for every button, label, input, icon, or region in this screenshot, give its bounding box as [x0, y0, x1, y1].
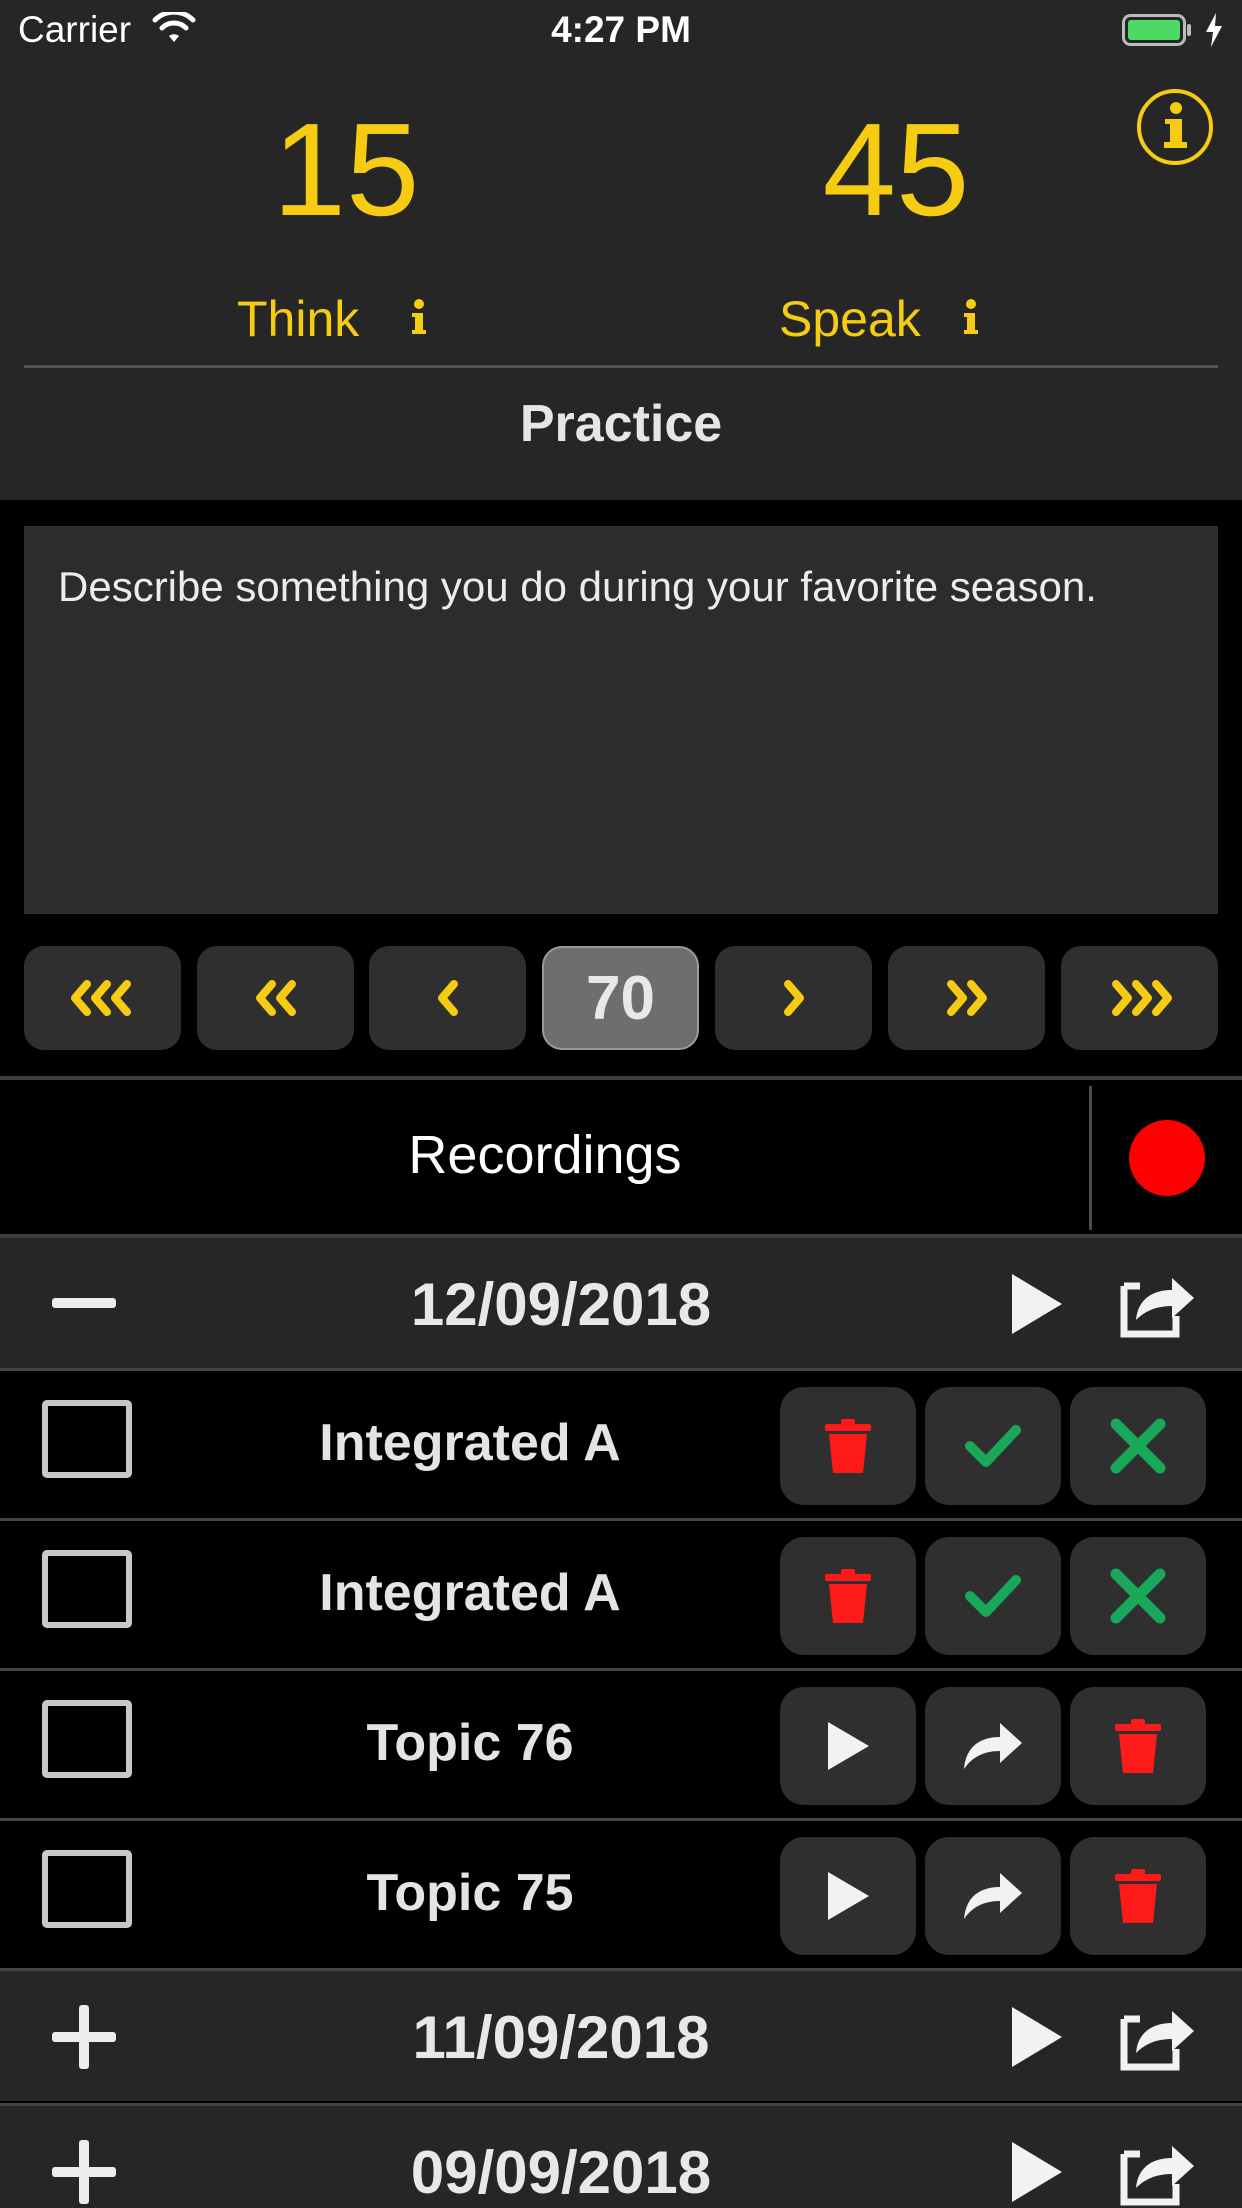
- trash-icon: [1115, 1719, 1161, 1773]
- share-button[interactable]: [925, 1687, 1061, 1805]
- select-checkbox[interactable]: [42, 1850, 132, 1928]
- topic-number-label: 70: [586, 963, 655, 1033]
- practice-title: Practice: [519, 395, 723, 453]
- previous-topic-button[interactable]: [369, 946, 526, 1050]
- delete-button[interactable]: [1070, 1837, 1206, 1955]
- date-group-header[interactable]: 12/09/2018: [0, 1238, 1242, 1368]
- close-icon: [1110, 1418, 1166, 1474]
- back-ten-button[interactable]: [197, 946, 354, 1050]
- checkmark-icon: [965, 1575, 1021, 1617]
- play-button[interactable]: [780, 1687, 916, 1805]
- date-group-header[interactable]: 09/09/2018: [0, 2106, 1242, 2208]
- triple-chevron-right-icon: [1111, 980, 1172, 1016]
- recording-title: Integrated A: [319, 1414, 621, 1472]
- first-topic-button[interactable]: [24, 946, 181, 1050]
- recording-row: Topic 76: [0, 1671, 1242, 1817]
- header-vertical-divider: [1089, 1086, 1092, 1230]
- trash-icon: [825, 1569, 871, 1623]
- chevron-left-icon: [437, 980, 458, 1016]
- share-arrow-icon: [964, 1873, 1022, 1919]
- select-checkbox[interactable]: [42, 1700, 132, 1778]
- next-topic-button[interactable]: [715, 946, 872, 1050]
- accept-button[interactable]: [925, 1537, 1061, 1655]
- delete-button[interactable]: [1070, 1687, 1206, 1805]
- date-group-header[interactable]: 11/09/2018: [0, 1971, 1242, 2101]
- share-button[interactable]: [925, 1837, 1061, 1955]
- play-all-icon[interactable]: [1008, 2003, 1066, 2071]
- play-all-icon[interactable]: [1008, 2138, 1066, 2206]
- header-divider: [24, 365, 1218, 368]
- think-seconds[interactable]: 15: [196, 95, 496, 245]
- prompt-box: Describe something you do during your fa…: [24, 526, 1218, 914]
- info-icon[interactable]: [1136, 88, 1214, 166]
- battery-icon: [1122, 14, 1191, 46]
- trash-icon: [825, 1419, 871, 1473]
- delete-button[interactable]: [780, 1387, 916, 1505]
- group-date: 11/09/2018: [412, 2004, 710, 2071]
- recording-title: Topic 76: [366, 1714, 574, 1772]
- forward-ten-button[interactable]: [888, 946, 1045, 1050]
- recording-title: Topic 75: [366, 1864, 574, 1922]
- select-checkbox[interactable]: [42, 1400, 132, 1478]
- share-group-icon[interactable]: [1120, 2001, 1196, 2071]
- play-all-icon[interactable]: [1008, 1270, 1066, 1338]
- status-bar: Carrier 4:27 PM: [0, 0, 1242, 60]
- share-group-icon[interactable]: [1120, 1268, 1196, 1338]
- play-icon: [828, 1722, 869, 1770]
- close-icon: [1110, 1568, 1166, 1624]
- group-date: 12/09/2018: [410, 1271, 712, 1338]
- group-date: 09/09/2018: [410, 2139, 712, 2206]
- double-chevron-right-icon: [946, 980, 987, 1016]
- recordings-title: Recordings: [408, 1125, 682, 1185]
- double-chevron-left-icon: [255, 980, 296, 1016]
- speak-seconds[interactable]: 45: [746, 95, 1046, 245]
- accept-button[interactable]: [925, 1387, 1061, 1505]
- app-screen: Carrier 4:27 PM 15 45 Think Speak Practi…: [0, 0, 1242, 2208]
- reject-button[interactable]: [1070, 1387, 1206, 1505]
- play-button[interactable]: [780, 1837, 916, 1955]
- speak-info-icon[interactable]: [959, 296, 983, 340]
- speak-label: Speak: [779, 291, 921, 347]
- delete-button[interactable]: [780, 1537, 916, 1655]
- trash-icon: [1115, 1869, 1161, 1923]
- recording-row: Topic 75: [0, 1821, 1242, 1967]
- share-arrow-icon: [964, 1723, 1022, 1769]
- chevron-right-icon: [783, 980, 804, 1016]
- recording-title: Integrated A: [319, 1564, 621, 1622]
- recordings-header: Recordings: [0, 1080, 1242, 1234]
- current-topic-number[interactable]: 70: [542, 946, 699, 1050]
- last-topic-button[interactable]: [1061, 946, 1218, 1050]
- recording-row: Integrated A: [0, 1371, 1242, 1517]
- think-label: Think: [237, 291, 360, 347]
- recording-row: Integrated A: [0, 1521, 1242, 1667]
- select-checkbox[interactable]: [42, 1550, 132, 1628]
- triple-chevron-left-icon: [70, 980, 131, 1016]
- record-button[interactable]: [1129, 1120, 1205, 1196]
- think-info-icon[interactable]: [407, 296, 431, 340]
- share-group-icon[interactable]: [1120, 2136, 1196, 2206]
- play-icon: [828, 1872, 869, 1920]
- checkmark-icon: [965, 1425, 1021, 1467]
- prompt-text: Describe something you do during your fa…: [58, 563, 1097, 610]
- charging-icon: [1206, 13, 1222, 47]
- status-time: 4:27 PM: [551, 9, 691, 50]
- reject-button[interactable]: [1070, 1537, 1206, 1655]
